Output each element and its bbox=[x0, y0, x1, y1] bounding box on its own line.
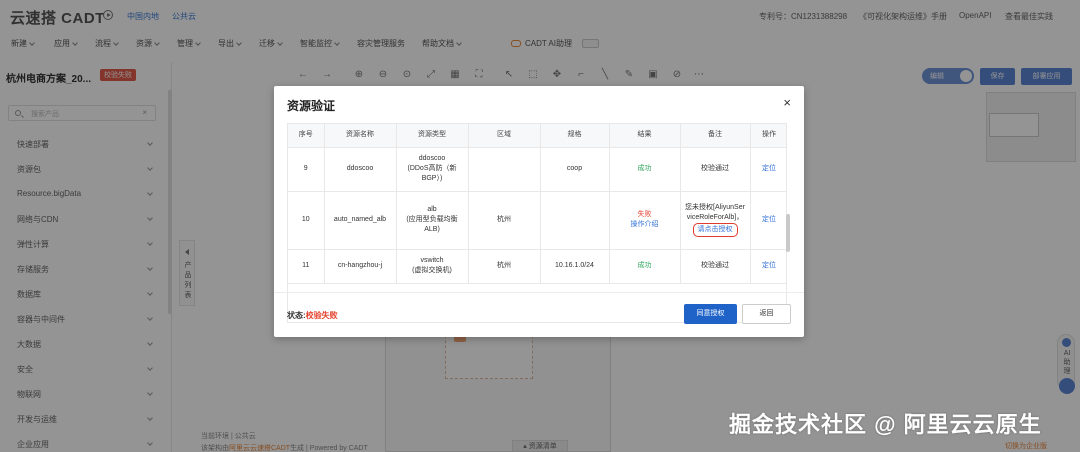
locate-link[interactable]: 定位 bbox=[750, 191, 786, 250]
row-spec: coop bbox=[540, 147, 610, 192]
row-region: 杭州 bbox=[468, 249, 541, 284]
locate-link[interactable]: 定位 bbox=[750, 249, 786, 284]
table-scrollbar[interactable] bbox=[786, 214, 790, 252]
row-type: alb (应用型负载均衡ALB) bbox=[396, 191, 469, 250]
watermark: 掘金技术社区 @ 阿里云云原生 bbox=[729, 412, 1042, 437]
row-result: 成功 bbox=[609, 147, 681, 192]
col-no: 序号 bbox=[288, 124, 325, 148]
status-value: 校验失败 bbox=[305, 311, 338, 320]
validation-status: 状态:校验失败 bbox=[287, 310, 338, 321]
status-label: 状态: bbox=[287, 311, 306, 320]
col-spec: 规格 bbox=[540, 124, 610, 148]
close-icon[interactable]: × bbox=[783, 96, 791, 109]
row-no: 10 bbox=[288, 191, 325, 250]
row-note: 校验通过 bbox=[680, 147, 751, 192]
row-type: vswitch (虚拟交换机) bbox=[396, 249, 469, 284]
row-spec bbox=[540, 191, 610, 250]
row-name: cn-hangzhou-j bbox=[324, 249, 397, 284]
row-result-cell: 失败 操作介绍 bbox=[609, 191, 681, 250]
row-note-cell: 您未授权[AliyunServiceRoleForAlb]， 请点击授权 bbox=[680, 191, 751, 250]
col-result: 结果 bbox=[609, 124, 681, 148]
table-row: 9 ddoscoo ddoscoo (DDoS高防（新BGP）) coop 成功… bbox=[288, 147, 786, 192]
col-note: 备注 bbox=[680, 124, 751, 148]
row-spec: 10.16.1.0/24 bbox=[540, 249, 610, 284]
row-type: ddoscoo (DDoS高防（新BGP）) bbox=[396, 147, 469, 192]
row-name: auto_named_alb bbox=[324, 191, 397, 250]
table-header: 序号 资源名称 资源类型 区域 规格 结果 备注 操作 bbox=[288, 124, 786, 148]
resource-validation-dialog: 资源验证 × 序号 资源名称 资源类型 区域 规格 结果 备注 操作 9 ddo… bbox=[274, 86, 804, 337]
authorize-link[interactable]: 请点击授权 bbox=[692, 223, 738, 237]
table-row: 11 cn-hangzhou-j vswitch (虚拟交换机) 杭州 10.1… bbox=[288, 249, 786, 284]
table-row: 10 auto_named_alb alb (应用型负载均衡ALB) 杭州 失败… bbox=[288, 191, 786, 250]
row-note: 校验通过 bbox=[680, 249, 751, 284]
col-region: 区域 bbox=[468, 124, 541, 148]
row-region: 杭州 bbox=[468, 191, 541, 250]
row-name: ddoscoo bbox=[324, 147, 397, 192]
row-no: 11 bbox=[288, 249, 325, 284]
agree-authorize-button[interactable]: 同意授权 bbox=[684, 304, 737, 324]
row-note: 您未授权[AliyunServiceRoleForAlb]， bbox=[685, 204, 745, 221]
row-no: 9 bbox=[288, 147, 325, 192]
col-name: 资源名称 bbox=[324, 124, 397, 148]
row-result: 成功 bbox=[609, 249, 681, 284]
dialog-title: 资源验证 bbox=[287, 99, 336, 113]
operation-guide-link[interactable]: 操作介绍 bbox=[613, 220, 677, 230]
back-button[interactable]: 返回 bbox=[742, 304, 791, 324]
divider bbox=[274, 292, 804, 293]
row-result: 失败 bbox=[637, 211, 652, 218]
col-action: 操作 bbox=[750, 124, 786, 148]
col-type: 资源类型 bbox=[396, 124, 469, 148]
validation-table: 序号 资源名称 资源类型 区域 规格 结果 备注 操作 9 ddoscoo dd… bbox=[287, 123, 787, 323]
row-region bbox=[468, 147, 541, 192]
locate-link[interactable]: 定位 bbox=[750, 147, 786, 192]
